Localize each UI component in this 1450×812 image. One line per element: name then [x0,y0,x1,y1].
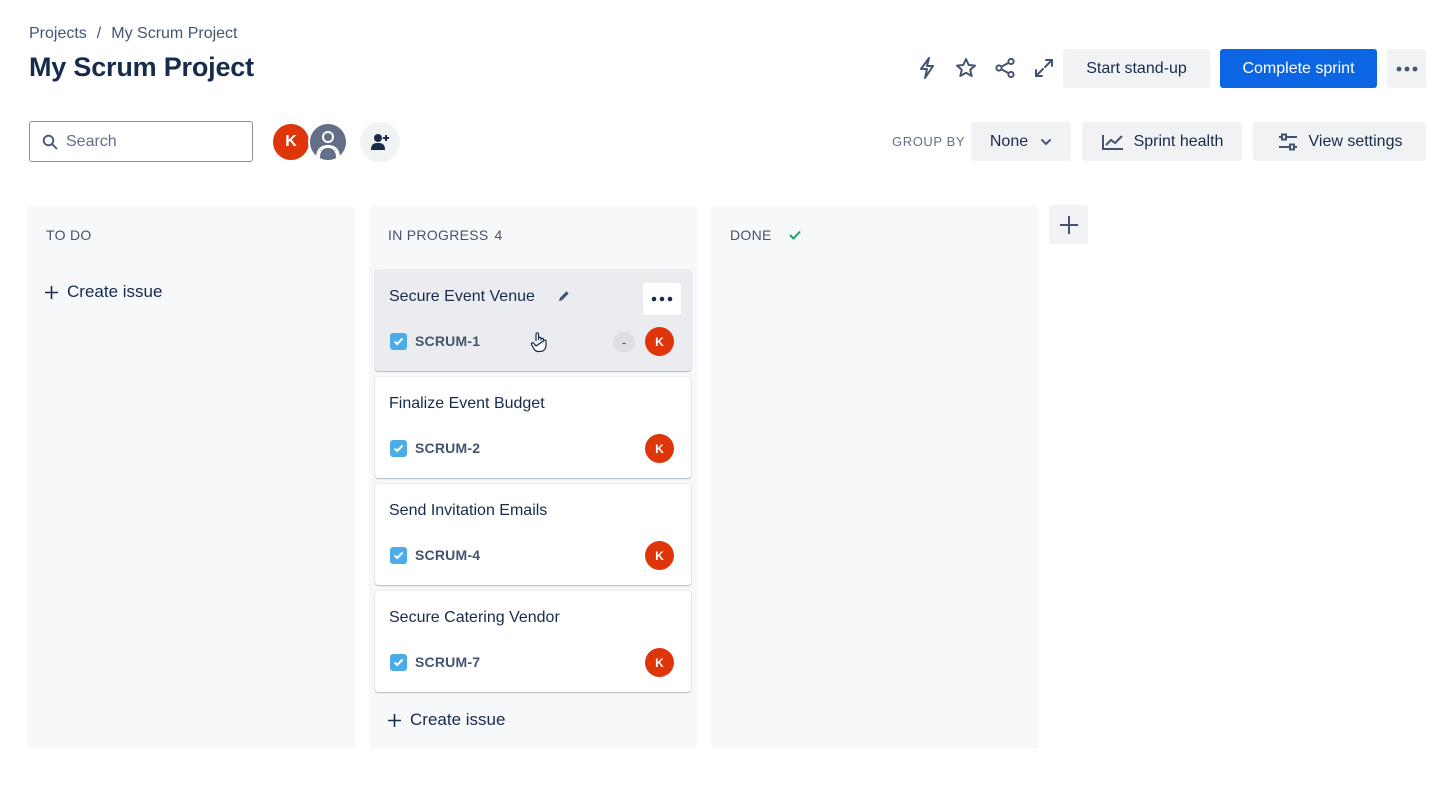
breadcrumb: Projects / My Scrum Project [29,24,238,44]
column-header: IN PROGRESS 4 [388,227,503,243]
card-title: Secure Event Venue [389,288,535,305]
lightning-icon[interactable] [911,52,943,84]
issue-card[interactable]: Secure Event Venue SCRUM-1 - K [375,270,691,371]
assignee-avatar[interactable]: K [645,648,674,677]
column-title: TO DO [46,227,92,243]
plus-icon [388,713,401,727]
add-column-button[interactable] [1049,205,1088,244]
issue-key: SCRUM-2 [415,440,481,456]
search-icon [42,134,58,149]
estimate-badge[interactable]: - [613,332,635,352]
column-todo: TO DO Create issue [27,206,355,749]
issue-card[interactable]: Send Invitation Emails SCRUM-4 K [375,484,691,585]
sprint-health-label: Sprint health [1133,132,1224,150]
group-by-label: GROUP BY [892,134,966,149]
plus-icon [1059,215,1078,234]
column-in-progress: IN PROGRESS 4 Secure Event Venue SCRUM-1… [369,206,697,749]
assignee-avatar[interactable]: K [645,327,674,356]
ellipsis-icon [651,296,673,302]
expand-icon[interactable] [1028,52,1060,84]
page-title: My Scrum Project [29,52,254,82]
breadcrumb-separator: / [96,25,102,42]
breadcrumb-current-link[interactable]: My Scrum Project [111,25,237,43]
chart-trend-icon [1101,134,1123,150]
avatar-unassigned[interactable] [308,122,348,162]
issue-key: SCRUM-7 [415,654,481,670]
create-issue-label: Create issue [410,710,506,729]
ellipsis-icon [1396,66,1417,71]
create-issue-button[interactable]: Create issue [44,282,162,302]
column-done: DONE [711,206,1039,749]
column-title: IN PROGRESS [388,227,489,243]
view-settings-label: View settings [1308,132,1403,150]
plus-icon [45,285,58,299]
more-actions-button[interactable] [1387,49,1426,88]
hand-cursor-icon [530,332,547,353]
view-settings-button[interactable]: View settings [1253,122,1426,161]
card-title: Send Invitation Emails [389,502,548,519]
group-by-value: None [989,132,1029,150]
group-by-select[interactable]: None [971,122,1071,161]
column-header: TO DO [46,227,92,243]
star-icon[interactable] [950,52,982,84]
issue-card[interactable]: Secure Catering Vendor SCRUM-7 K [375,591,691,692]
column-count: 4 [494,227,503,243]
complete-sprint-button[interactable]: Complete sprint [1220,49,1377,88]
create-issue-button[interactable]: Create issue [387,710,505,730]
card-title: Secure Catering Vendor [389,609,560,626]
sprint-health-button[interactable]: Sprint health [1082,122,1242,161]
start-standup-button[interactable]: Start stand-up [1063,49,1210,88]
card-more-button[interactable] [643,283,681,315]
person-icon [316,131,340,158]
add-person-icon [371,134,389,150]
settings-sliders-icon [1278,133,1297,150]
issue-key: SCRUM-4 [415,547,481,563]
task-type-icon [390,654,407,671]
search-box [29,121,253,162]
breadcrumb-projects-link[interactable]: Projects [29,25,87,43]
check-icon [788,230,801,240]
column-title: DONE [730,227,772,243]
issue-card[interactable]: Finalize Event Budget SCRUM-2 K [375,377,691,478]
assignee-avatar[interactable]: K [645,434,674,463]
search-input[interactable] [66,132,236,151]
add-people-button[interactable] [360,122,400,162]
issue-key: SCRUM-1 [415,333,481,349]
chevron-down-icon [1041,138,1052,145]
avatar-k[interactable]: K [271,122,311,162]
task-type-icon [390,333,407,350]
assignee-avatar[interactable]: K [645,541,674,570]
task-type-icon [390,440,407,457]
create-issue-label: Create issue [67,282,163,301]
share-icon[interactable] [989,52,1021,84]
task-type-icon [390,547,407,564]
pencil-icon[interactable] [557,289,571,303]
card-title: Finalize Event Budget [389,395,545,412]
column-header: DONE [730,227,802,243]
